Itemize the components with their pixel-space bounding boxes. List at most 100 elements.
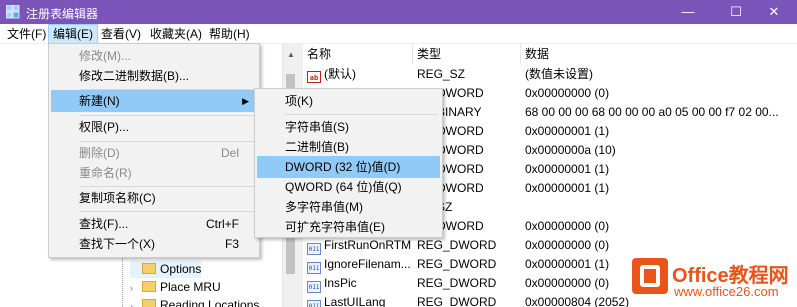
scroll-up-icon[interactable]: ▲: [287, 50, 295, 59]
value-type: DWORD: [437, 219, 484, 233]
expand-chevron-icon[interactable]: ›: [130, 298, 142, 307]
menu-item-label: 查找(F)...: [79, 217, 129, 231]
menu-item-label: 删除(D): [79, 146, 120, 160]
registry-editor-icon: [6, 5, 20, 19]
window-title: 注册表编辑器: [26, 7, 99, 21]
value-data: 0x00000001 (1): [525, 162, 610, 176]
menu-item-modify-binary[interactable]: 修改二进制数据(B)...: [51, 65, 257, 87]
value-name: LastUILang: [324, 295, 386, 307]
watermark: Office教程网 www.office26.com: [632, 257, 797, 307]
menu-item-copy-key-name[interactable]: 复制项名称(C): [51, 187, 257, 209]
dword-value-icon: 011: [307, 243, 321, 255]
menu-item-label: 可扩充字符串值(E): [285, 220, 385, 234]
menu-shortcut: Del: [220, 146, 239, 160]
menu-item-new-binary[interactable]: 二进制值(B): [257, 136, 440, 158]
menu-item-label: 查找下一个(X): [79, 237, 155, 251]
expand-chevron-icon[interactable]: ›: [130, 280, 142, 297]
menu-item-permissions[interactable]: 权限(P)...: [51, 116, 257, 138]
menu-shortcut: F3: [224, 237, 239, 251]
value-type: BINARY: [437, 105, 482, 119]
value-name-cell: 011 InsPic: [307, 274, 413, 293]
new-submenu: 项(K) 字符串值(S) 二进制值(B) DWORD (32 位)值(D) QW…: [254, 88, 443, 238]
menu-item-label: 修改二进制数据(B)...: [79, 69, 189, 83]
table-row[interactable]: ab (默认) REG_SZ (数值未设置): [303, 65, 797, 84]
value-type: DWORD: [437, 86, 484, 100]
value-data: 0x00000001 (1): [525, 124, 610, 138]
value-data: 0x00000001 (1): [525, 181, 610, 195]
value-type: DWORD: [437, 124, 484, 138]
menu-item-modify[interactable]: 修改(M)...: [51, 45, 257, 67]
value-name: IgnoreFilenam...: [324, 257, 411, 271]
table-row[interactable]: 011 FirstRunOnRTM REG_DWORD 0x00000000 (0…: [303, 236, 797, 255]
menu-item-label: 修改(M)...: [79, 49, 131, 63]
column-header-name[interactable]: 名称: [303, 44, 413, 64]
edit-menu: 修改(M)... 修改二进制数据(B)... 新建(N) ▶ 权限(P)... 删…: [48, 43, 260, 258]
value-name: (默认): [324, 67, 356, 81]
menu-favorites[interactable]: 收藏夹(A): [146, 24, 206, 44]
menu-item-new-string[interactable]: 字符串值(S): [257, 116, 440, 138]
menu-item-label: QWORD (64 位)值(Q): [285, 180, 402, 194]
menu-item-label: 项(K): [285, 94, 313, 108]
value-data: 0x00000000 (0): [525, 86, 610, 100]
value-type: REG_SZ: [417, 67, 466, 81]
menu-item-label: 字符串值(S): [285, 120, 349, 134]
menu-item-label: 重命名(R): [79, 166, 132, 180]
menu-view[interactable]: 查看(V): [97, 24, 145, 44]
menu-item-label: 复制项名称(C): [79, 191, 156, 205]
minimize-button[interactable]: —: [665, 0, 711, 24]
menu-item-rename[interactable]: 重命名(R): [51, 162, 257, 184]
folder-icon: [142, 299, 156, 307]
value-type: REG_DWORD: [417, 257, 497, 271]
menu-item-new[interactable]: 新建(N) ▶: [51, 90, 257, 112]
folder-icon: [142, 281, 156, 292]
menu-item-new-qword[interactable]: QWORD (64 位)值(Q): [257, 176, 440, 198]
value-type: DWORD: [437, 162, 484, 176]
value-type: SZ: [437, 200, 453, 214]
value-data: 0x0000000a (10): [525, 143, 616, 157]
value-name-cell: 011 LastUILang: [307, 293, 413, 307]
value-type: REG_DWORD: [417, 295, 497, 307]
tree-item-label: Reading Locations: [160, 298, 260, 307]
value-name-cell: ab (默认): [307, 65, 413, 84]
value-data: (数值未设置): [525, 67, 593, 81]
value-type: DWORD: [437, 143, 484, 157]
menu-item-new-expandable-string[interactable]: 可扩充字符串值(E): [257, 216, 440, 238]
menu-help[interactable]: 帮助(H): [205, 24, 254, 44]
menu-item-label: 多字符串值(M): [285, 200, 363, 214]
dword-value-icon: 011: [307, 281, 321, 293]
value-type: REG_DWORD: [417, 276, 497, 290]
menu-edit[interactable]: 编辑(E): [48, 24, 98, 44]
close-button[interactable]: ✕: [751, 0, 797, 24]
title-bar: 注册表编辑器 — ☐ ✕: [0, 0, 797, 24]
tree-item-options[interactable]: Options: [130, 261, 202, 278]
menu-file[interactable]: 文件(F): [3, 24, 50, 44]
menu-item-new-dword[interactable]: DWORD (32 位)值(D): [257, 156, 440, 178]
value-data: 68 00 00 00 68 00 00 00 a0 05 00 00 f7 0…: [525, 105, 779, 119]
value-data: 0x00000000 (0): [525, 238, 610, 252]
menu-separator: [79, 211, 255, 212]
menu-item-label: 权限(P)...: [79, 120, 129, 134]
menu-item-label: DWORD (32 位)值(D): [285, 160, 401, 174]
menu-item-find-next[interactable]: 查找下一个(X) F3: [51, 233, 257, 255]
value-name-cell: 011 IgnoreFilenam...: [307, 255, 413, 274]
menu-item-new-key[interactable]: 项(K): [257, 90, 440, 112]
menu-item-delete[interactable]: 删除(D) Del: [51, 142, 257, 164]
value-data: 0x00000000 (0): [525, 219, 610, 233]
menu-item-find[interactable]: 查找(F)... Ctrl+F: [51, 213, 257, 235]
value-name: InsPic: [324, 276, 357, 290]
value-name: FirstRunOnRTM: [324, 238, 412, 252]
value-name-cell: 011 FirstRunOnRTM: [307, 236, 413, 255]
dword-value-icon: 011: [307, 262, 321, 274]
tree-item-reading-locations[interactable]: › Reading Locations: [130, 297, 259, 307]
column-header-data[interactable]: 数据: [521, 44, 797, 64]
office-logo-icon: [632, 258, 668, 294]
string-value-icon: ab: [307, 71, 321, 83]
tree-item-label: Place MRU: [160, 280, 221, 294]
menu-bar: 文件(F) 编辑(E) 查看(V) 收藏夹(A) 帮助(H): [0, 24, 797, 44]
watermark-url: www.office26.com: [674, 284, 779, 299]
submenu-arrow-icon: ▶: [242, 96, 249, 106]
tree-item-place-mru[interactable]: › Place MRU: [130, 279, 221, 296]
menu-item-new-multi-string[interactable]: 多字符串值(M): [257, 196, 440, 218]
menu-shortcut: Ctrl+F: [206, 217, 239, 231]
column-header-type[interactable]: 类型: [413, 44, 521, 64]
